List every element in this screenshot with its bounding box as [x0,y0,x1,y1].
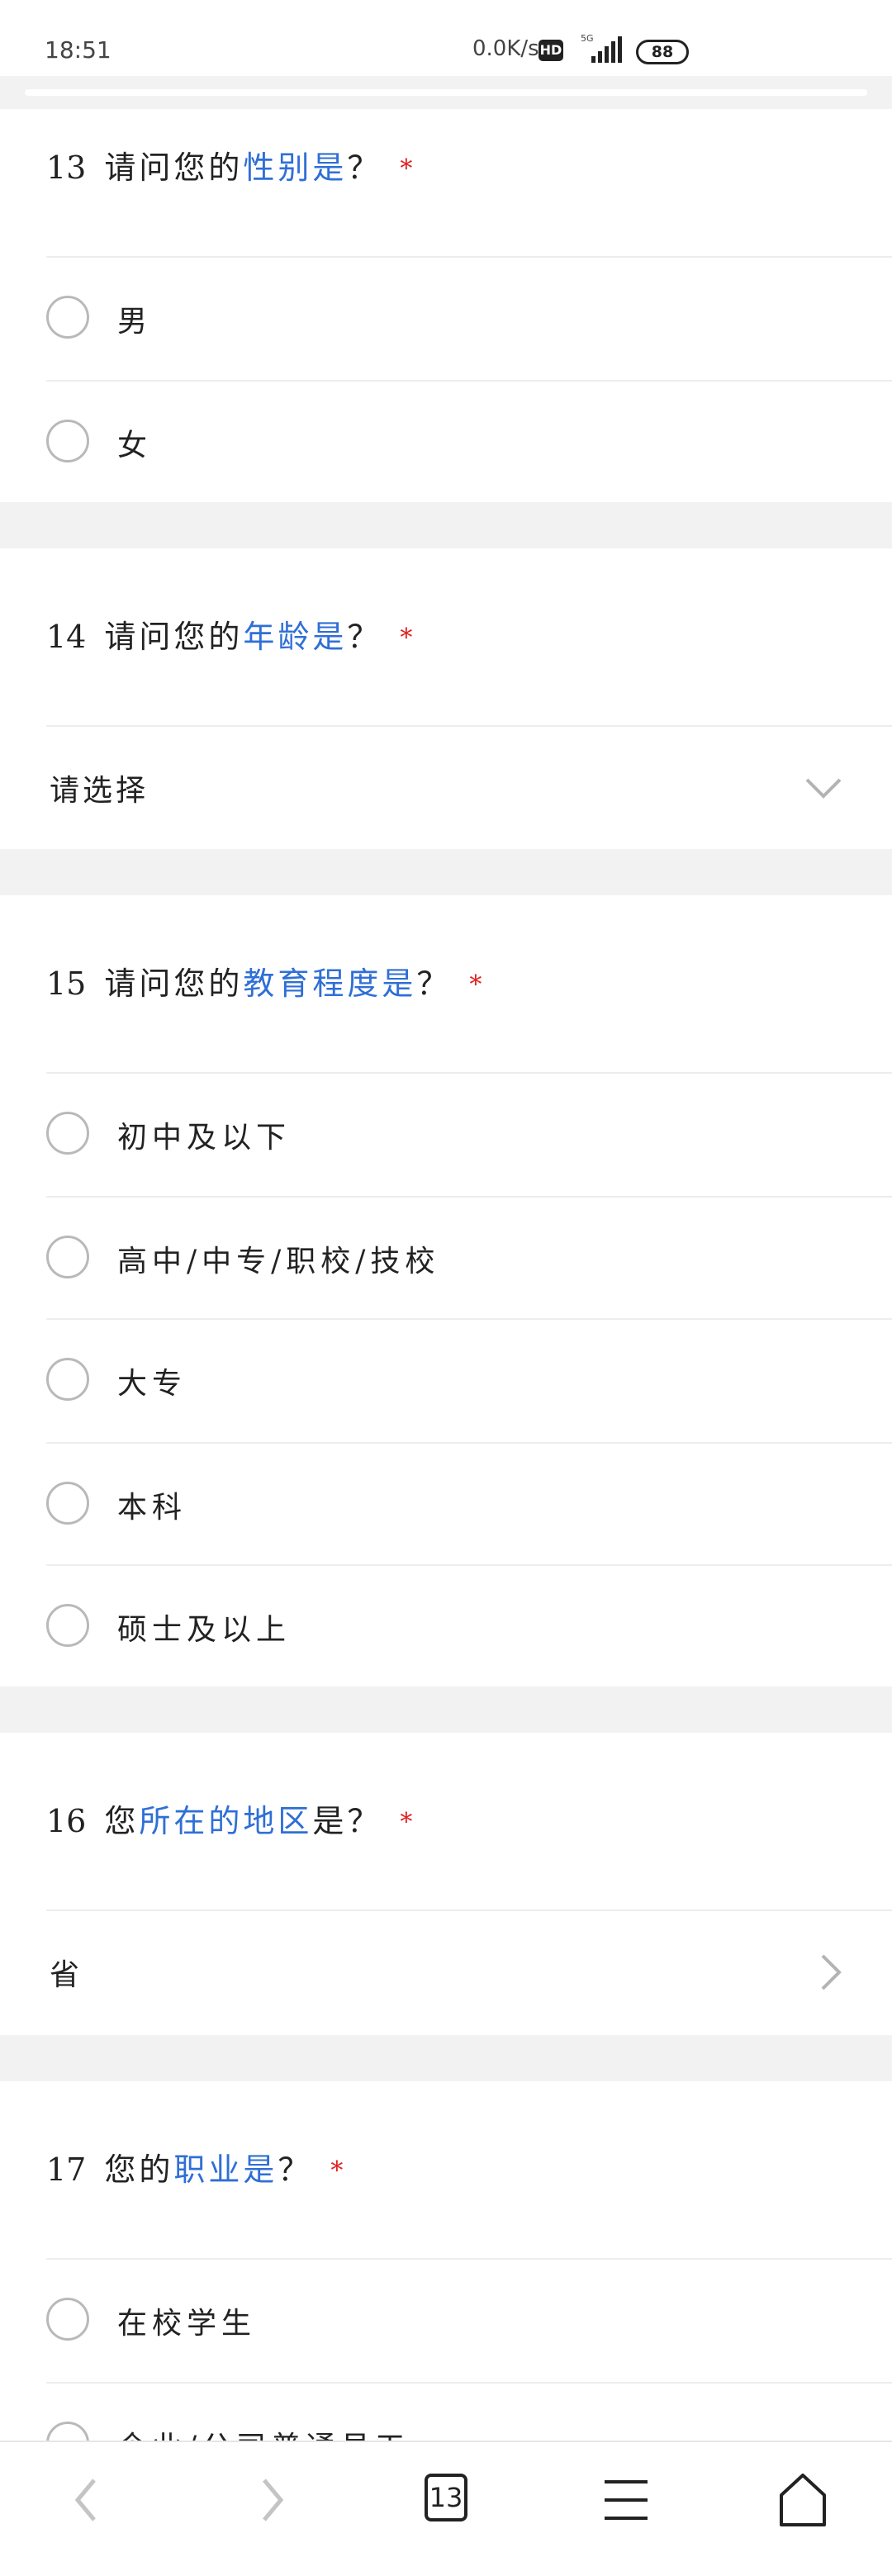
option-label: 大专 [117,1367,187,1401]
option-label: 初中及以下 [117,1121,292,1155]
required-mark: * [400,624,416,652]
radio-button[interactable] [46,1236,89,1279]
tabs-icon: 13 [425,2474,467,2521]
radio-button[interactable] [46,2298,89,2341]
radio-button[interactable] [46,1482,89,1525]
radio-button[interactable] [46,420,89,463]
page-progress-track [25,89,867,96]
question-title: 15 请问您的教育程度是？ * [46,965,486,1002]
battery-indicator: 88 [636,40,689,64]
required-mark: * [400,154,416,183]
radio-option[interactable]: 本科 [0,1444,892,1566]
forward-button[interactable] [220,2459,319,2541]
select-placeholder: 省 [50,1958,83,1992]
radio-option[interactable]: 女 [0,382,892,504]
chevron-down-icon [805,778,842,799]
option-label: 硕士及以上 [117,1613,292,1647]
forward-arrow-icon [263,2479,284,2521]
option-label: 女 [117,429,153,463]
hd-badge: HD [539,40,563,61]
radio-button[interactable] [46,296,89,339]
question-title: 14 请问您的年龄是？ * [46,619,416,655]
home-icon [780,2474,826,2526]
region-select[interactable]: 省 [0,1911,892,2033]
bottom-navigation-bar: 13 [0,2441,892,2576]
status-bar: 18:51 0.0K/s HD 5G 88 [0,0,892,76]
question-card-17: 17您的职业是？* 在校学生 企业/公司普通员工 [0,2081,892,2465]
radio-option[interactable]: 高中/中专/职校/技校 [0,1198,892,1320]
chevron-right-icon [821,1954,842,1990]
question-card-16: 16 您所在的地区是？ * 省 [0,1733,892,2035]
radio-option[interactable]: 在校学生 [0,2260,892,2382]
radio-button[interactable] [46,1112,89,1155]
radio-option[interactable]: 大专 [0,1320,892,1442]
home-button[interactable] [753,2459,852,2541]
radio-button[interactable] [46,1358,89,1401]
question-card-13: 13 请问您的性别是？ * 男 女 [0,109,892,502]
menu-icon [605,2480,648,2520]
question-title: 13 请问您的性别是？ * [46,149,416,186]
status-time: 18:51 [45,36,112,64]
select-placeholder: 请选择 [50,774,149,808]
question-title: 17 您的职业是？ * [46,2151,347,2188]
question-card-15: 15 请问您的教育程度是？ * 初中及以下 高中/中专/职校/技校 大专 本科 硕士… [0,895,892,1686]
radio-option[interactable]: 硕士及以上 [0,1566,892,1688]
tabs-button[interactable]: 13 [406,2459,505,2541]
back-arrow-icon [74,2479,96,2521]
signal-icon [591,36,622,63]
option-label: 本科 [117,1491,187,1525]
radio-option[interactable]: 初中及以下 [0,1074,892,1196]
required-mark: * [469,970,486,999]
radio-option[interactable]: 男 [0,258,892,380]
option-label: 男 [117,305,153,339]
back-button[interactable] [40,2459,139,2541]
question-card-14: 14 请问您的年龄是？ * 请选择 [0,548,892,849]
menu-button[interactable] [576,2459,676,2541]
age-select[interactable]: 请选择 [0,727,892,849]
question-title: 16 您所在的地区是？ * [46,1803,416,1839]
network-speed: 0.0K/s [472,36,539,61]
required-mark: * [330,2156,347,2185]
required-mark: * [400,1808,416,1837]
radio-button[interactable] [46,1604,89,1647]
option-label: 在校学生 [117,2307,257,2341]
option-label: 高中/中专/职校/技校 [117,1245,440,1279]
